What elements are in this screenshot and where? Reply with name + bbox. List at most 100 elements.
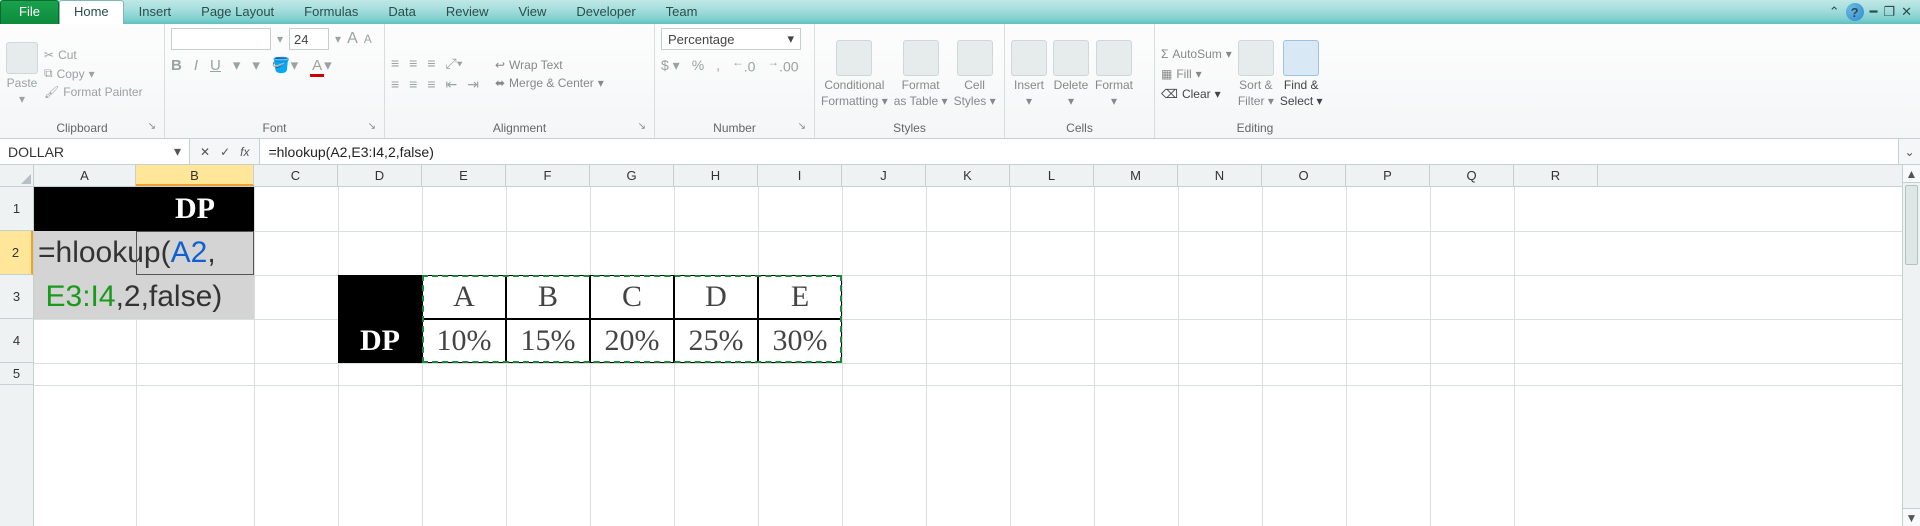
clipboard-dialog-icon[interactable]: ↘ xyxy=(148,121,156,132)
copy-button[interactable]: ⧉Copy ▾ xyxy=(44,66,143,81)
number-format-select[interactable]: Percentage▾ xyxy=(661,28,801,50)
cell-G4[interactable]: 20% xyxy=(590,319,674,363)
row-header-2[interactable]: 2 xyxy=(0,231,33,275)
col-header-P[interactable]: P xyxy=(1346,165,1430,186)
underline-dropdown-icon[interactable]: ▾ xyxy=(233,56,241,74)
find-select-button[interactable]: Find &Select ▾ xyxy=(1280,40,1323,108)
alignment-dialog-icon[interactable]: ↘ xyxy=(638,121,646,132)
col-header-F[interactable]: F xyxy=(506,165,590,186)
increase-indent-icon[interactable]: ⇥ xyxy=(467,76,479,93)
tab-team[interactable]: Team xyxy=(651,0,713,24)
cells-area[interactable]: DP =hlookup(A2, E3:I4,2,false) DP A B C … xyxy=(34,187,1902,526)
cell-E4[interactable]: 10% xyxy=(422,319,506,363)
cell-A1[interactable] xyxy=(34,187,136,231)
tab-developer[interactable]: Developer xyxy=(561,0,650,24)
select-all-corner[interactable] xyxy=(0,165,34,187)
tab-formulas[interactable]: Formulas xyxy=(289,0,373,24)
fx-icon[interactable]: fx xyxy=(240,145,249,159)
col-header-J[interactable]: J xyxy=(842,165,926,186)
number-dialog-icon[interactable]: ↘ xyxy=(798,121,806,132)
orientation-icon[interactable]: ⤢▾ xyxy=(446,55,463,72)
formula-expand-icon[interactable]: ⌄ xyxy=(1898,139,1920,164)
cut-button[interactable]: ✂Cut xyxy=(44,48,143,62)
number-format-dropdown-icon[interactable]: ▾ xyxy=(787,31,794,47)
cell-D3[interactable] xyxy=(338,275,422,319)
tab-data[interactable]: Data xyxy=(373,0,430,24)
format-painter-button[interactable]: 🖌Format Painter xyxy=(44,85,143,99)
vertical-scrollbar[interactable]: ▲ ▼ xyxy=(1902,165,1920,526)
cell-D4[interactable]: DP xyxy=(338,319,422,363)
merge-dropdown-icon[interactable]: ▾ xyxy=(598,76,604,90)
ribbon-minimize-icon[interactable]: ⌃ xyxy=(1829,4,1840,20)
insert-cells-button[interactable]: Insert▾ xyxy=(1011,40,1047,108)
col-header-L[interactable]: L xyxy=(1010,165,1094,186)
col-header-G[interactable]: G xyxy=(590,165,674,186)
col-header-A[interactable]: A xyxy=(34,165,136,186)
font-name-dropdown-icon[interactable]: ▾ xyxy=(277,32,283,46)
font-size-input[interactable] xyxy=(289,28,329,50)
decrease-decimal-button[interactable]: →.00 xyxy=(767,56,798,75)
align-middle-icon[interactable]: ≡ xyxy=(409,55,417,71)
delete-cells-button[interactable]: Delete▾ xyxy=(1053,40,1089,108)
col-header-H[interactable]: H xyxy=(674,165,758,186)
fill-button[interactable]: ▦Fill ▾ xyxy=(1161,67,1232,81)
tab-insert[interactable]: Insert xyxy=(124,0,187,24)
col-header-N[interactable]: N xyxy=(1178,165,1262,186)
decrease-font-icon[interactable]: A xyxy=(364,32,372,46)
col-header-K[interactable]: K xyxy=(926,165,1010,186)
conditional-formatting-button[interactable]: ConditionalFormatting ▾ xyxy=(821,40,888,108)
scroll-up-icon[interactable]: ▲ xyxy=(1903,165,1920,183)
cell-F3[interactable]: B xyxy=(506,275,590,319)
tab-file[interactable]: File xyxy=(0,0,59,24)
col-header-R[interactable]: R xyxy=(1514,165,1598,186)
cell-A3[interactable]: E3:I4,2,false) xyxy=(34,275,254,319)
decrease-indent-icon[interactable]: ⇤ xyxy=(446,76,458,93)
tab-home[interactable]: Home xyxy=(59,0,124,24)
col-header-O[interactable]: O xyxy=(1262,165,1346,186)
row-header-4[interactable]: 4 xyxy=(0,319,33,363)
clear-button[interactable]: ⌫Clear ▾ xyxy=(1161,87,1232,101)
align-right-icon[interactable]: ≡ xyxy=(427,76,435,92)
font-size-dropdown-icon[interactable]: ▾ xyxy=(335,32,341,46)
cell-I3[interactable]: E xyxy=(758,275,842,319)
cell-B1[interactable]: DP xyxy=(136,187,254,231)
cell-F4[interactable]: 15% xyxy=(506,319,590,363)
col-header-I[interactable]: I xyxy=(758,165,842,186)
align-bottom-icon[interactable]: ≡ xyxy=(427,55,435,71)
help-icon[interactable]: ? xyxy=(1846,3,1864,21)
sort-filter-button[interactable]: Sort &Filter ▾ xyxy=(1238,40,1274,108)
window-close-icon[interactable]: ✕ xyxy=(1901,4,1912,20)
tab-review[interactable]: Review xyxy=(431,0,504,24)
align-top-icon[interactable]: ≡ xyxy=(391,55,399,71)
cell-H4[interactable]: 25% xyxy=(674,319,758,363)
cancel-formula-icon[interactable]: ✕ xyxy=(200,145,210,159)
window-restore-icon[interactable]: ❐ xyxy=(1883,4,1895,20)
underline-button[interactable]: U xyxy=(210,57,221,74)
autosum-button[interactable]: ΣAutoSum ▾ xyxy=(1161,47,1232,61)
wrap-text-button[interactable]: ↩Wrap Text xyxy=(495,58,604,72)
format-cells-button[interactable]: Format▾ xyxy=(1095,40,1133,108)
font-dialog-icon[interactable]: ↘ xyxy=(368,121,376,132)
merge-center-button[interactable]: ⬌Merge & Center ▾ xyxy=(495,76,604,90)
tab-page-layout[interactable]: Page Layout xyxy=(186,0,289,24)
col-header-E[interactable]: E xyxy=(422,165,506,186)
fill-color-button[interactable]: 🪣▾ xyxy=(272,56,298,74)
border-button[interactable]: ▾ xyxy=(252,56,260,74)
align-center-icon[interactable]: ≡ xyxy=(409,76,417,92)
cell-A2[interactable]: =hlookup(A2, xyxy=(34,231,254,275)
scroll-thumb[interactable] xyxy=(1905,185,1918,265)
name-box-dropdown-icon[interactable]: ▾ xyxy=(174,143,181,160)
formula-input[interactable]: =hlookup(A2,E3:I4,2,false) xyxy=(260,139,1898,164)
window-minimize-icon[interactable]: ━ xyxy=(1870,4,1878,20)
col-header-Q[interactable]: Q xyxy=(1430,165,1514,186)
col-header-B[interactable]: B xyxy=(136,165,254,186)
cell-E3[interactable]: A xyxy=(422,275,506,319)
cell-styles-button[interactable]: CellStyles ▾ xyxy=(954,40,996,108)
row-header-1[interactable]: 1 xyxy=(0,187,33,231)
percent-format-button[interactable]: % xyxy=(692,57,704,73)
row-header-3[interactable]: 3 xyxy=(0,275,33,319)
format-as-table-button[interactable]: Formatas Table ▾ xyxy=(894,40,948,108)
comma-format-button[interactable]: , xyxy=(716,57,720,73)
col-header-C[interactable]: C xyxy=(254,165,338,186)
tab-view[interactable]: View xyxy=(503,0,561,24)
